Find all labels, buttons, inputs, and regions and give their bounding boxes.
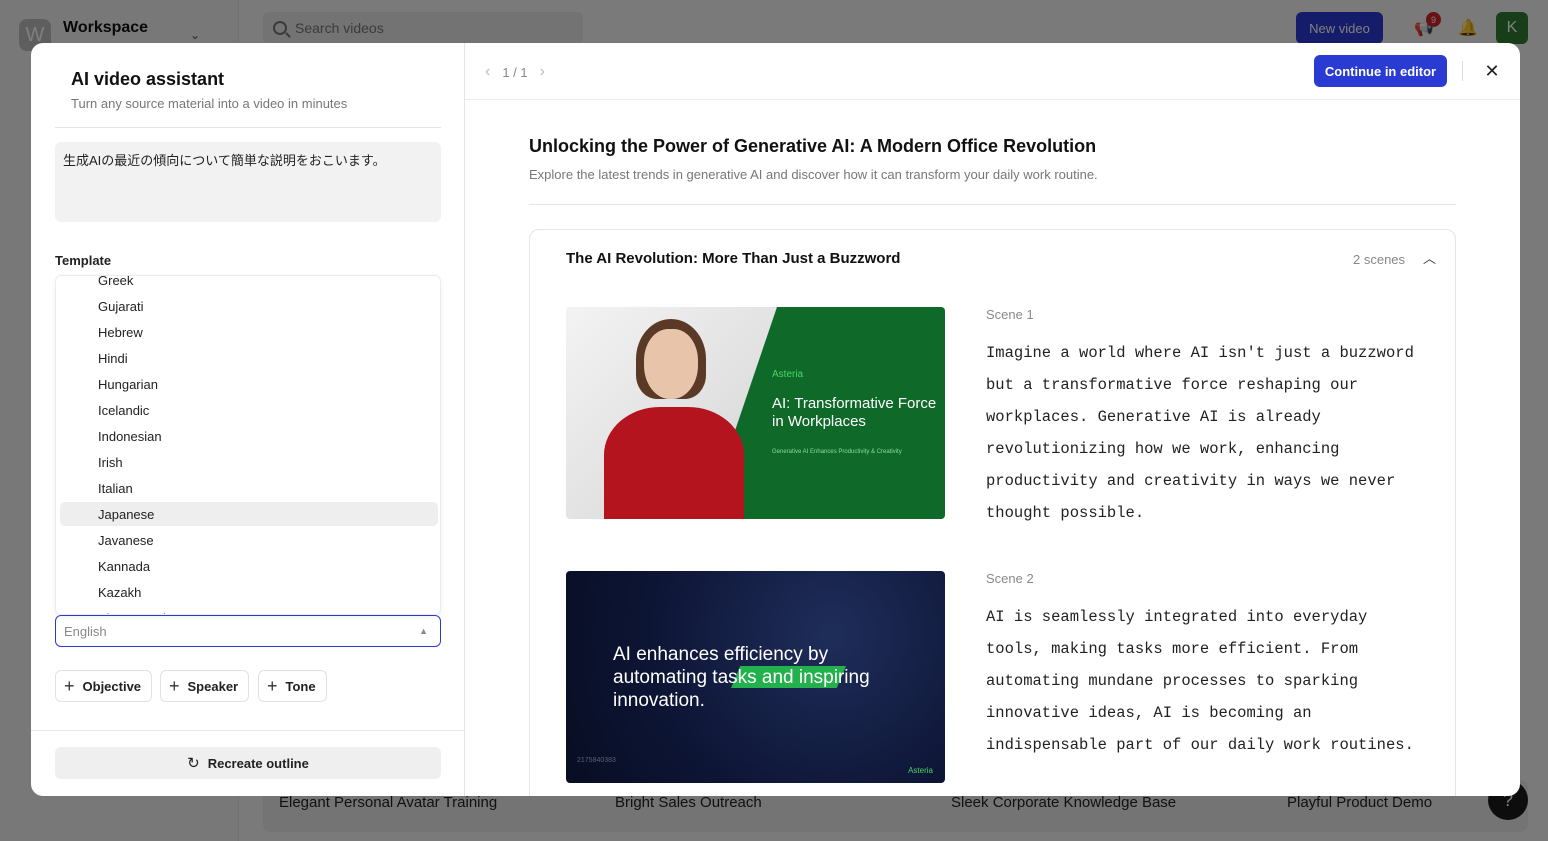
input-panel: AI video assistant Turn any source mater… [31,43,465,796]
language-option[interactable]: Indonesian [60,424,438,448]
thumbnail-title: AI enhances efficiency by automating tas… [613,644,870,711]
thumbnail-title: AI: Transformative Force in Workplaces [772,395,937,430]
add-tone-button[interactable]: + Tone [258,670,327,702]
thumbnail-brand: Asteria [772,369,804,380]
language-dropdown-list[interactable]: Greek Gujarati Hebrew Hindi Hungarian Ic… [55,275,441,615]
language-option[interactable]: Kinyarwanda [60,606,438,615]
pager: ‹ 1 / 1 › [485,63,545,81]
divider [529,204,1456,205]
continue-in-editor-button[interactable]: Continue in editor [1314,55,1447,87]
add-objective-button[interactable]: + Objective [55,670,153,702]
outline-panel: ‹ 1 / 1 › Continue in editor ✕ Unlocking… [465,43,1520,796]
divider [55,127,441,128]
language-option[interactable]: Hungarian [60,372,438,396]
scene-2-thumbnail[interactable]: AI enhances efficiency by automating tas… [566,571,945,783]
thumbnail-code: 2175840383 [577,757,616,764]
language-option[interactable]: Kannada [60,554,438,578]
plus-icon: + [267,676,278,696]
outline-title[interactable]: Unlocking the Power of Generative AI: A … [529,136,1096,157]
divider [31,730,465,731]
scene-label: Scene 2 [986,571,1034,586]
modal-title: AI video assistant [71,69,225,89]
chevron-up-icon[interactable]: ︿ [1423,248,1436,267]
chevron-right-icon[interactable]: › [540,63,545,81]
thumbnail-caption: Generative AI Enhances Productivity & Cr… [772,449,902,455]
chip-label: Speaker [187,678,239,694]
divider [465,99,1520,100]
language-option[interactable]: Kazakh [60,580,438,604]
avatar-body [604,407,744,519]
outline-section: The AI Revolution: More Than Just a Buzz… [529,229,1456,796]
divider [1462,61,1463,81]
language-option[interactable]: Greek [60,276,438,292]
language-option[interactable]: Javanese [60,528,438,552]
chip-label: Tone [285,678,316,694]
template-label: Template [55,253,112,268]
page-indicator: 1 / 1 [502,64,528,80]
refresh-icon: ↻ [187,755,200,772]
language-option[interactable]: Hebrew [60,320,438,344]
language-option[interactable]: Italian [60,476,438,500]
thumbnail-brand: Asteria [908,766,933,775]
language-option-selected[interactable]: Japanese [60,502,438,526]
recreate-outline-label: Recreate outline [207,755,309,771]
modal-subtitle: Turn any source material into a video in… [71,96,348,111]
recreate-outline-button[interactable]: ↻ Recreate outline [55,747,441,779]
chevron-up-icon: ▲ [419,626,428,636]
scene-script[interactable]: AI is seamlessly integrated into everyda… [986,601,1426,761]
ai-video-assistant-modal: AI video assistant Turn any source mater… [31,43,1520,796]
language-option[interactable]: Gujarati [60,294,438,318]
outline-subtitle[interactable]: Explore the latest trends in generative … [529,167,1098,182]
language-select-value: English [64,623,107,639]
add-speaker-button[interactable]: + Speaker [160,670,250,702]
chevron-left-icon[interactable]: ‹ [485,63,490,81]
language-option[interactable]: Hindi [60,346,438,370]
scene-label: Scene 1 [986,307,1034,322]
language-select[interactable]: English ▲ [55,615,441,647]
scene-1-thumbnail[interactable]: Asteria AI: Transformative Force in Work… [566,307,945,519]
plus-icon: + [169,676,180,696]
scene-script[interactable]: Imagine a world where AI isn't just a bu… [986,337,1426,529]
chip-label: Objective [82,678,142,694]
close-icon[interactable]: ✕ [1482,61,1502,81]
section-title[interactable]: The AI Revolution: More Than Just a Buzz… [566,250,900,267]
language-option[interactable]: Irish [60,450,438,474]
plus-icon: + [64,676,75,696]
scene-count: 2 scenes [1353,252,1406,267]
language-option[interactable]: Icelandic [60,398,438,422]
avatar-face [644,329,698,399]
prompt-textarea[interactable]: 生成AIの最近の傾向について簡単な説明をおこいます。 [55,142,441,222]
